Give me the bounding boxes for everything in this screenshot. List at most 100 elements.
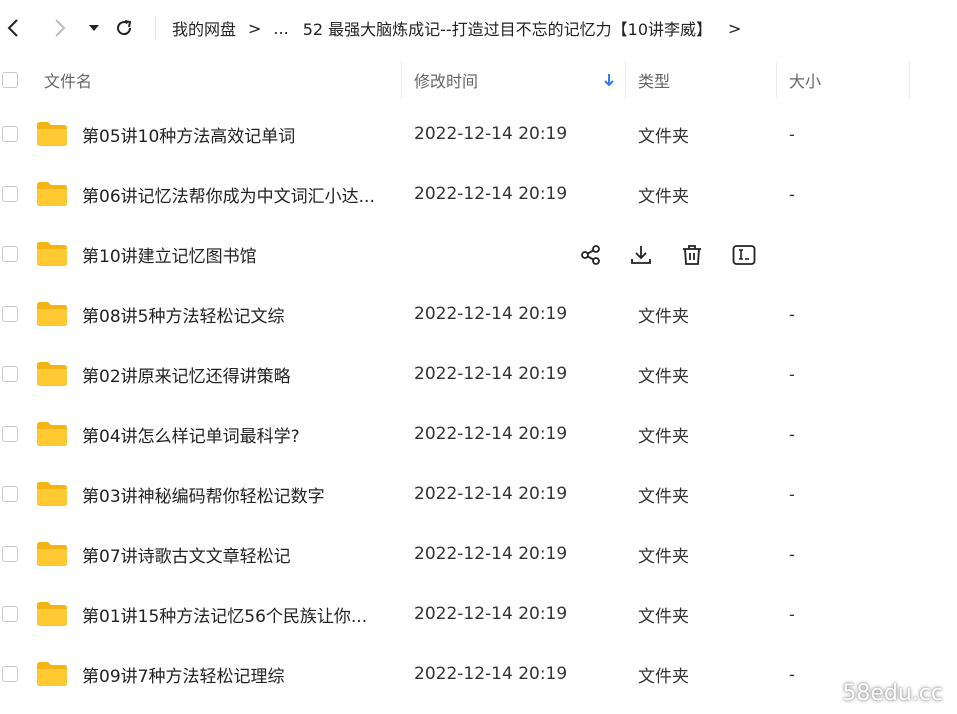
chevron-left-icon — [7, 19, 18, 37]
breadcrumb-separator: > — [248, 18, 262, 38]
row-checkbox[interactable] — [2, 186, 18, 202]
table-row[interactable]: 第09讲7种方法轻松记理综 2022-12-14 20:19 文件夹 - — [0, 644, 957, 704]
file-size: - — [789, 364, 795, 384]
refresh-icon — [117, 20, 132, 36]
toolbar-divider — [155, 16, 156, 40]
back-button[interactable] — [0, 14, 26, 42]
table-row[interactable]: 第06讲记忆法帮你成为中文词汇小达... 2022-12-14 20:19 文件… — [0, 164, 957, 224]
file-type: 文件夹 — [638, 546, 689, 567]
forward-button[interactable] — [47, 14, 73, 42]
header-size[interactable]: 大小 — [789, 56, 821, 104]
rename-button[interactable] — [731, 242, 757, 268]
header-name[interactable]: 文件名 — [44, 56, 92, 104]
file-name[interactable]: 第07讲诗歌古文文章轻松记 — [82, 524, 291, 584]
file-type: 文件夹 — [638, 426, 689, 447]
table-row[interactable]: 第02讲原来记忆还得讲策略 2022-12-14 20:19 文件夹 - — [0, 344, 957, 404]
file-modified: 2022-12-14 20:19 — [414, 364, 568, 384]
file-modified: 2022-12-14 20:19 — [414, 304, 568, 324]
file-size: - — [789, 664, 795, 684]
table-row[interactable]: 第04讲怎么样记单词最科学? 2022-12-14 20:19 文件夹 - — [0, 404, 957, 464]
breadcrumb: 我的网盘 > ... 52 最强大脑炼成记--打造过目不忘的记忆力【10讲李威】… — [172, 14, 753, 42]
file-name[interactable]: 第01讲15种方法记忆56个民族让你... — [82, 584, 367, 644]
row-checkbox[interactable] — [2, 306, 18, 322]
file-type: 文件夹 — [638, 666, 689, 687]
file-browser: 我的网盘 > ... 52 最强大脑炼成记--打造过目不忘的记忆力【10讲李威】… — [0, 0, 957, 714]
share-icon — [581, 245, 600, 265]
file-type: 文件夹 — [638, 366, 689, 387]
refresh-button[interactable] — [111, 14, 137, 42]
share-button[interactable] — [578, 242, 604, 268]
file-modified: 2022-12-14 20:19 — [414, 424, 568, 444]
file-name[interactable]: 第06讲记忆法帮你成为中文词汇小达... — [82, 164, 375, 224]
file-modified: 2022-12-14 20:19 — [414, 664, 568, 684]
folder-icon — [37, 542, 67, 566]
file-size: - — [789, 484, 795, 504]
download-button[interactable] — [628, 242, 654, 268]
folder-icon — [37, 122, 67, 146]
table-row[interactable]: 第03讲神秘编码帮你轻松记数字 2022-12-14 20:19 文件夹 - — [0, 464, 957, 524]
folder-icon — [37, 422, 67, 446]
folder-icon — [37, 602, 67, 626]
table-row[interactable]: 第08讲5种方法轻松记文综 2022-12-14 20:19 文件夹 - — [0, 284, 957, 344]
folder-icon — [37, 662, 67, 686]
history-dropdown-button[interactable] — [81, 14, 107, 42]
table-row-hovered[interactable]: 第10讲建立记忆图书馆 — [0, 224, 957, 284]
table-row[interactable]: 第01讲15种方法记忆56个民族让你... 2022-12-14 20:19 文… — [0, 584, 957, 644]
table-header: 文件名 修改时间 类型 大小 — [0, 56, 957, 104]
file-type: 文件夹 — [638, 306, 689, 327]
file-size: - — [789, 604, 795, 624]
folder-icon — [37, 182, 67, 206]
file-name[interactable]: 第02讲原来记忆还得讲策略 — [82, 344, 291, 404]
watermark: 58edu.cc — [842, 681, 943, 706]
row-checkbox[interactable] — [2, 546, 18, 562]
select-all-checkbox[interactable] — [2, 72, 18, 88]
table-row[interactable]: 第07讲诗歌古文文章轻松记 2022-12-14 20:19 文件夹 - — [0, 524, 957, 584]
file-name[interactable]: 第04讲怎么样记单词最科学? — [82, 404, 300, 464]
folder-icon — [37, 482, 67, 506]
header-modified[interactable]: 修改时间 — [414, 56, 478, 104]
file-modified: 2022-12-14 20:19 — [414, 484, 568, 504]
file-name[interactable]: 第09讲7种方法轻松记理综 — [82, 644, 284, 704]
breadcrumb-root[interactable]: 我的网盘 — [172, 16, 236, 40]
column-divider[interactable] — [776, 62, 777, 98]
file-list: 第05讲10种方法高效记单词 2022-12-14 20:19 文件夹 - 第0… — [0, 104, 957, 704]
file-type: 文件夹 — [638, 606, 689, 627]
rename-icon — [732, 245, 756, 265]
table-row[interactable]: 第05讲10种方法高效记单词 2022-12-14 20:19 文件夹 - — [0, 104, 957, 164]
folder-icon — [37, 362, 67, 386]
toolbar: 我的网盘 > ... 52 最强大脑炼成记--打造过目不忘的记忆力【10讲李威】… — [0, 0, 957, 56]
column-divider[interactable] — [625, 62, 626, 98]
file-modified: 2022-12-14 20:19 — [414, 124, 568, 144]
file-name[interactable]: 第08讲5种方法轻松记文综 — [82, 284, 284, 344]
file-size: - — [789, 544, 795, 564]
file-modified: 2022-12-14 20:19 — [414, 184, 568, 204]
folder-icon — [37, 302, 67, 326]
file-size: - — [789, 184, 795, 204]
file-modified: 2022-12-14 20:19 — [414, 604, 568, 624]
breadcrumb-current: 52 最强大脑炼成记--打造过目不忘的记忆力【10讲李威】 — [302, 20, 713, 39]
row-checkbox[interactable] — [2, 426, 18, 442]
download-icon — [631, 246, 651, 264]
row-checkbox[interactable] — [2, 606, 18, 622]
column-divider[interactable] — [909, 62, 910, 98]
header-type[interactable]: 类型 — [638, 56, 670, 104]
column-divider[interactable] — [401, 62, 402, 98]
chevron-right-icon — [55, 19, 66, 37]
file-type: 文件夹 — [638, 486, 689, 507]
file-name[interactable]: 第05讲10种方法高效记单词 — [82, 104, 295, 164]
file-size: - — [789, 424, 795, 444]
file-size: - — [789, 304, 795, 324]
row-checkbox[interactable] — [2, 666, 18, 682]
file-type: 文件夹 — [638, 126, 689, 147]
delete-button[interactable] — [679, 242, 705, 268]
sort-desc-icon[interactable] — [603, 56, 615, 104]
breadcrumb-separator: > — [728, 18, 742, 38]
file-name[interactable]: 第03讲神秘编码帮你轻松记数字 — [82, 464, 325, 524]
row-actions — [0, 224, 957, 284]
row-checkbox[interactable] — [2, 126, 18, 142]
row-checkbox[interactable] — [2, 366, 18, 382]
file-type: 文件夹 — [638, 186, 689, 207]
row-checkbox[interactable] — [2, 486, 18, 502]
breadcrumb-ellipsis[interactable]: ... — [273, 19, 288, 38]
delete-icon — [683, 245, 701, 265]
